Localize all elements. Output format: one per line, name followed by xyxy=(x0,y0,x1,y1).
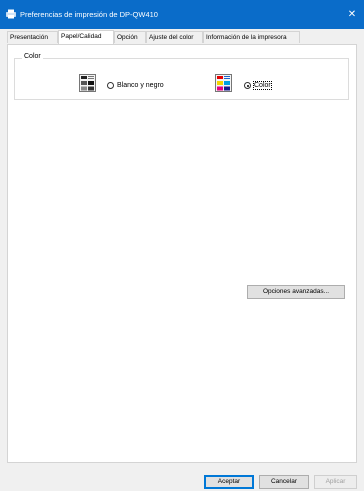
tab-papel-calidad[interactable]: Papel/Calidad xyxy=(58,30,114,44)
tab-panel xyxy=(7,44,357,463)
tab-ajuste-color[interactable]: Ajuste del color xyxy=(146,31,203,43)
bw-radio[interactable] xyxy=(107,82,114,89)
apply-button[interactable]: Aplicar xyxy=(314,475,357,489)
color-radio[interactable] xyxy=(244,82,251,89)
tab-opcion[interactable]: Opción xyxy=(114,31,146,43)
bw-radio-label[interactable]: Blanco y negro xyxy=(117,82,164,89)
color-groupbox xyxy=(14,58,349,100)
color-radio-label[interactable]: Color xyxy=(253,81,272,90)
printer-icon xyxy=(6,9,16,19)
title-bar: Preferencias de impresión de DP-QW410 ✕ xyxy=(0,0,364,29)
ok-button[interactable]: Aceptar xyxy=(204,475,254,489)
bw-document-icon xyxy=(79,74,96,92)
window-title: Preferencias de impresión de DP-QW410 xyxy=(20,10,158,19)
color-group-label: Color xyxy=(22,53,43,60)
advanced-options-button[interactable]: Opciones avanzadas... xyxy=(247,285,345,299)
tab-informacion-impresora[interactable]: Información de la impresora xyxy=(203,31,300,43)
close-button[interactable]: ✕ xyxy=(340,0,364,29)
tab-presentacion[interactable]: Presentación xyxy=(7,31,58,43)
tab-bar: Presentación Papel/Calidad Opción Ajuste… xyxy=(7,30,357,44)
color-document-icon xyxy=(215,74,232,92)
cancel-button[interactable]: Cancelar xyxy=(259,475,309,489)
